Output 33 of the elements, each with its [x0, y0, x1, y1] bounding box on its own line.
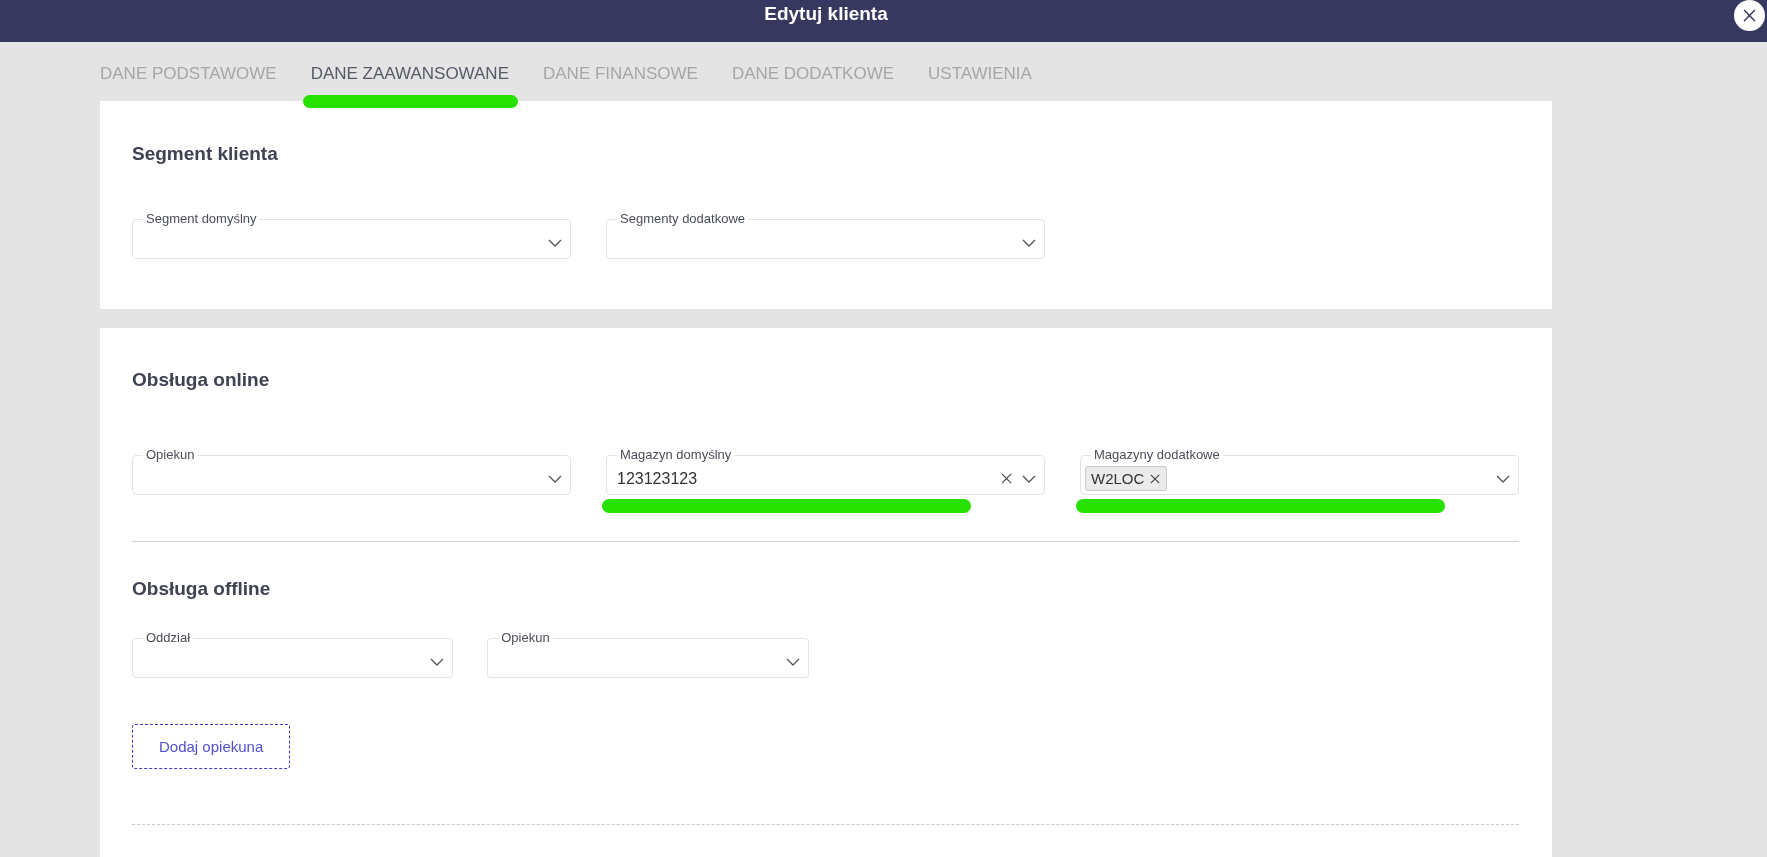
select-field[interactable]: Segment domyślny [132, 211, 571, 259]
field-label: Segment domyślny [145, 211, 258, 227]
chip-label: W2LOC [1091, 470, 1145, 487]
select-field[interactable]: Magazyny dodatkowe W2LOC [1080, 447, 1519, 495]
clear-icon[interactable] [1001, 473, 1012, 484]
chevron-down-icon[interactable] [548, 238, 562, 247]
dialog-title: Edytuj klienta [764, 3, 888, 25]
select-field[interactable]: Opiekun [132, 447, 571, 495]
tab[interactable]: DANE ZAAWANSOWANE [310, 62, 509, 85]
add-button[interactable]: Dodaj opiekuna [132, 724, 291, 769]
chevron-down-icon[interactable] [1022, 238, 1036, 247]
select-field[interactable]: Opiekun [487, 630, 809, 678]
select-field[interactable]: Segmenty dodatkowe [606, 211, 1045, 259]
field-label: Opiekun [500, 630, 551, 646]
chevron-down-icon[interactable] [1496, 474, 1510, 483]
field-label: Segmenty dodatkowe [619, 211, 747, 227]
field-value: 123123123 [617, 469, 698, 488]
section-title: Obsługa online [132, 368, 271, 392]
field-label: Opiekun [145, 447, 196, 463]
select-field[interactable]: Magazyn domyślny 123123123 [606, 447, 1045, 495]
section-title: Segment klienta [132, 142, 279, 166]
close-icon[interactable] [1743, 9, 1756, 22]
remove-icon[interactable] [1150, 473, 1161, 484]
field-label: Oddział [145, 630, 192, 646]
field-label: Magazyny dodatkowe [1093, 447, 1221, 463]
chevron-down-icon[interactable] [430, 657, 445, 666]
close-button[interactable] [1734, 0, 1765, 31]
chevron-down-icon[interactable] [785, 657, 800, 666]
section-title: Obsługa offline [132, 577, 272, 601]
field-label: Magazyn domyślny [619, 447, 733, 463]
chevron-down-icon[interactable] [1022, 474, 1036, 483]
chevron-down-icon[interactable] [548, 474, 562, 483]
select-field[interactable]: Oddział [132, 630, 454, 678]
